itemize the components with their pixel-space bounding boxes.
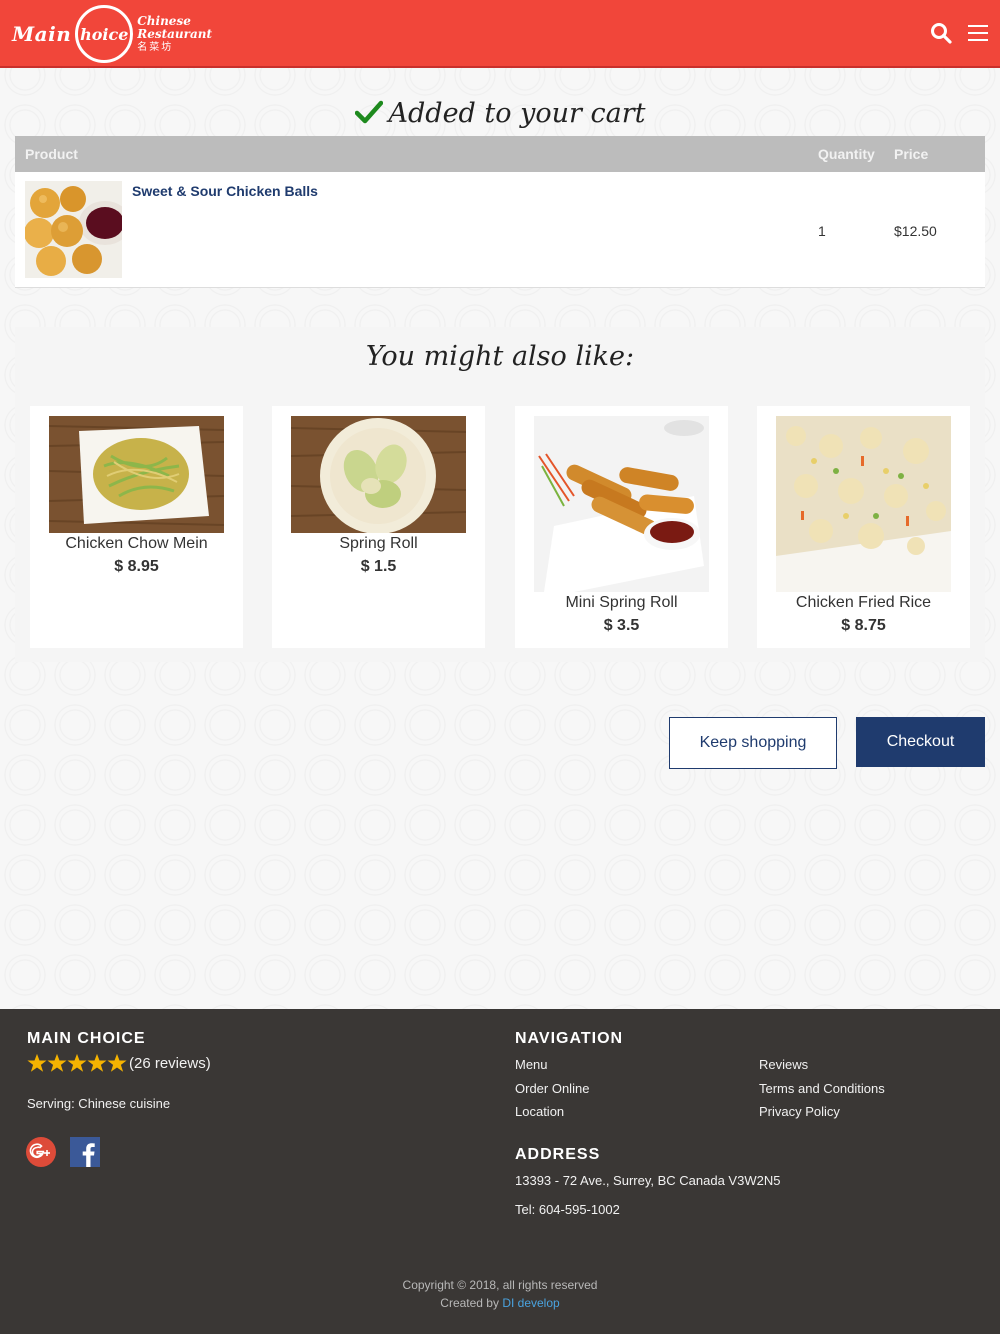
rating-stars xyxy=(27,1053,127,1073)
developer-link[interactable]: DI develop xyxy=(502,1296,559,1310)
recommendations-section: You might also like: Chicken Chow Mein $… xyxy=(15,327,985,662)
table-row: Sweet & Sour Chicken Balls 1 $12.50 xyxy=(15,172,985,288)
footer-brand-title: MAIN CHOICE xyxy=(27,1030,146,1047)
recommendation-card[interactable]: Mini Spring Roll $ 3.5 xyxy=(515,406,728,648)
recommendation-price: $ 1.5 xyxy=(360,558,397,575)
cart-table: Product Quantity Price Sweet & Sour Chic… xyxy=(15,136,985,288)
footer-navigation-title: NAVIGATION xyxy=(515,1030,624,1047)
added-to-cart-text: Added to your cart xyxy=(388,98,646,129)
star-icon xyxy=(87,1053,107,1072)
cart-item-quantity: 1 xyxy=(818,223,826,239)
product-image xyxy=(49,416,224,533)
footer-link-terms[interactable]: Terms and Conditions xyxy=(759,1081,885,1096)
recommendation-name: Spring Roll xyxy=(339,535,418,552)
recommendation-name: Chicken Fried Rice xyxy=(795,594,932,611)
created-by-line: Created by DI develop xyxy=(0,1294,1000,1312)
address-text: 13393 - 72 Ave., Surrey, BC Canada V3W2N… xyxy=(515,1173,781,1188)
keep-shopping-button[interactable]: Keep shopping xyxy=(669,717,837,769)
footer-address-title: ADDRESS xyxy=(515,1146,601,1163)
recommendation-price: $ 8.75 xyxy=(841,617,886,634)
star-icon xyxy=(27,1053,47,1072)
recommendation-card[interactable]: Spring Roll $ 1.5 xyxy=(272,406,485,648)
google-plus-icon[interactable] xyxy=(26,1137,56,1167)
checkmark-icon xyxy=(354,100,383,124)
serving-text: Serving: Chinese cuisine xyxy=(27,1096,171,1111)
column-header-product: Product xyxy=(25,146,78,162)
logo-text-line3: 名菜坊 xyxy=(137,41,174,53)
recommendation-name: Mini Spring Roll xyxy=(565,594,678,611)
column-header-price: Price xyxy=(894,146,929,162)
recommendation-card[interactable]: Chicken Fried Rice $ 8.75 xyxy=(757,406,970,648)
cart-item-price: $12.50 xyxy=(894,223,937,239)
recommendations-title: You might also like: xyxy=(365,341,635,372)
recommendation-name: Chicken Chow Mein xyxy=(65,535,208,552)
logo-text-circle: hoice xyxy=(80,24,129,44)
copyright-text: Copyright © 2018, all rights reserved xyxy=(402,1278,598,1292)
product-image xyxy=(291,416,466,533)
phone-text[interactable]: Tel: 604-595-1002 xyxy=(515,1202,620,1217)
facebook-icon[interactable] xyxy=(70,1137,100,1167)
star-icon xyxy=(47,1053,67,1072)
star-icon xyxy=(67,1053,87,1072)
product-image xyxy=(534,416,709,592)
restaurant-logo[interactable]: Main hoice Chinese Restaurant 名菜坊 xyxy=(12,4,212,64)
copyright-block: Copyright © 2018, all rights reserved Cr… xyxy=(0,1276,1000,1312)
column-header-quantity: Quantity xyxy=(818,146,875,162)
site-header: Main hoice Chinese Restaurant 名菜坊 xyxy=(0,0,1000,68)
site-footer: MAIN CHOICE (26 reviews) Serving: Chines… xyxy=(0,1009,1000,1334)
cart-table-header: Product Quantity Price xyxy=(15,136,985,172)
logo-circle: hoice xyxy=(75,5,134,63)
menu-icon[interactable] xyxy=(967,22,989,44)
checkout-button[interactable]: Checkout xyxy=(856,717,985,767)
product-image[interactable] xyxy=(25,181,122,278)
logo-text-line2: Restaurant xyxy=(137,26,213,41)
search-icon[interactable] xyxy=(930,22,952,44)
added-to-cart-heading: Added to your cart xyxy=(0,98,1000,129)
footer-link-reviews[interactable]: Reviews xyxy=(759,1057,808,1072)
logo-text-block: Chinese Restaurant 名菜坊 xyxy=(137,13,213,54)
cart-product-link[interactable]: Sweet & Sour Chicken Balls xyxy=(132,183,318,199)
footer-link-menu[interactable]: Menu xyxy=(515,1057,548,1072)
star-icon xyxy=(107,1053,127,1072)
created-by-label: Created by xyxy=(440,1296,499,1310)
footer-link-order-online[interactable]: Order Online xyxy=(515,1081,589,1096)
recommendation-price: $ 3.5 xyxy=(603,617,640,634)
logo-text-main: Main xyxy=(12,22,72,46)
logo-text-line1: Chinese xyxy=(137,13,191,28)
footer-link-privacy[interactable]: Privacy Policy xyxy=(759,1104,840,1119)
recommendation-card[interactable]: Chicken Chow Mein $ 8.95 xyxy=(30,406,243,648)
footer-link-location[interactable]: Location xyxy=(515,1104,564,1119)
product-image xyxy=(776,416,951,592)
review-count[interactable]: (26 reviews) xyxy=(129,1055,211,1072)
recommendation-price: $ 8.95 xyxy=(114,558,159,575)
